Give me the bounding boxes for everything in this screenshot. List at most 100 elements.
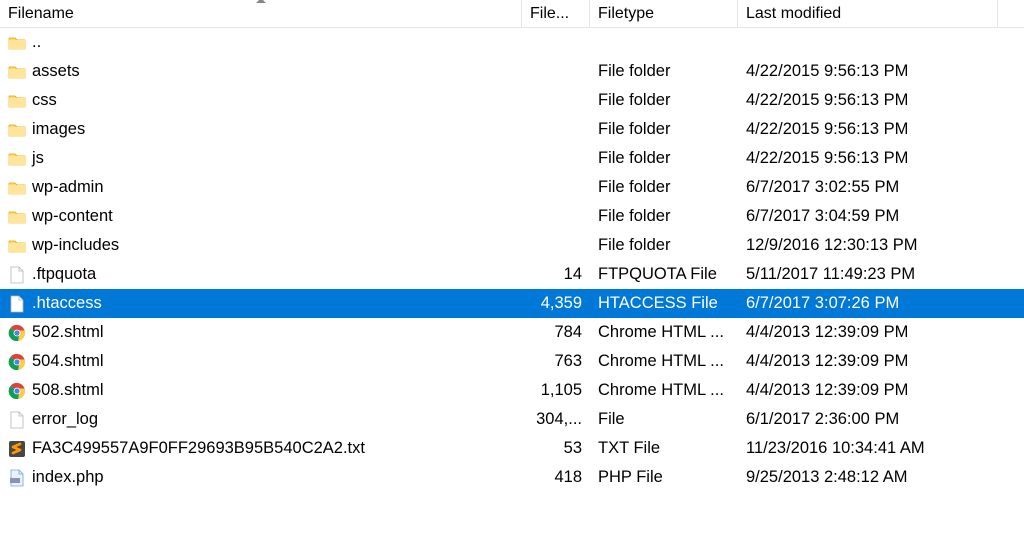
cell-filename: js [0, 144, 522, 173]
cell-last-modified: 6/1/2017 2:36:00 PM [738, 405, 998, 434]
cell-filetype: File folder [590, 57, 738, 86]
file-list-table: Filename File... Filetype Last modified … [0, 0, 1024, 492]
cell-filetype [590, 28, 738, 57]
table-row[interactable]: FA3C499557A9F0FF29693B95B540C2A2.txt 53TX… [0, 434, 1024, 463]
column-header-filetype[interactable]: Filetype [590, 0, 738, 27]
table-row[interactable]: wp-admin File folder6/7/2017 3:02:55 PM [0, 173, 1024, 202]
cell-last-modified: 4/22/2015 9:56:13 PM [738, 115, 998, 144]
folder-icon [8, 92, 26, 110]
cell-filetype: Chrome HTML ... [590, 318, 738, 347]
cell-filesize [522, 57, 590, 86]
cell-filesize [522, 144, 590, 173]
cell-filename: wp-content [0, 202, 522, 231]
cell-last-modified: 11/23/2016 10:34:41 AM [738, 434, 998, 463]
folder-icon [8, 63, 26, 81]
column-header-last-modified[interactable]: Last modified [738, 0, 998, 27]
cell-filetype: File folder [590, 86, 738, 115]
cell-last-modified: 6/7/2017 3:04:59 PM [738, 202, 998, 231]
column-header-filesize[interactable]: File... [522, 0, 590, 27]
table-row[interactable]: .ftpquota14FTPQUOTA File5/11/2017 11:49:… [0, 260, 1024, 289]
cell-filetype: File folder [590, 202, 738, 231]
cell-last-modified: 4/22/2015 9:56:13 PM [738, 144, 998, 173]
cell-filesize: 418 [522, 463, 590, 492]
table-row[interactable]: 508.shtml 1,105Chrome HTML ...4/4/2013 12… [0, 376, 1024, 405]
table-row[interactable]: 502.shtml 784Chrome HTML ...4/4/2013 12:3… [0, 318, 1024, 347]
filename-text: wp-content [32, 207, 113, 226]
cell-filename: wp-includes [0, 231, 522, 260]
cell-filetype: File [590, 405, 738, 434]
cell-filename: 502.shtml [0, 318, 522, 347]
cell-filesize: 4,359 [522, 289, 590, 318]
table-row[interactable]: 504.shtml 763Chrome HTML ...4/4/2013 12:3… [0, 347, 1024, 376]
chrome-icon [8, 324, 26, 342]
sublime-icon [8, 440, 26, 458]
cell-filetype: PHP File [590, 463, 738, 492]
table-row[interactable]: error_log 304,...File6/1/2017 2:36:00 PM [0, 405, 1024, 434]
cell-filesize: 1,105 [522, 376, 590, 405]
cell-filesize [522, 28, 590, 57]
file-icon [8, 295, 26, 313]
table-row[interactable]: js File folder4/22/2015 9:56:13 PM [0, 144, 1024, 173]
folder-icon [8, 208, 26, 226]
cell-filetype: Chrome HTML ... [590, 376, 738, 405]
cell-filesize: 763 [522, 347, 590, 376]
cell-filetype: File folder [590, 115, 738, 144]
table-row[interactable]: .htaccess4,359HTACCESS File6/7/2017 3:07… [0, 289, 1024, 318]
filename-text: index.php [32, 468, 104, 487]
cell-filename: wp-admin [0, 173, 522, 202]
cell-last-modified: 4/4/2013 12:39:09 PM [738, 347, 998, 376]
folder-icon [8, 121, 26, 139]
cell-filesize: 304,... [522, 405, 590, 434]
cell-filename: 504.shtml [0, 347, 522, 376]
filename-text: wp-includes [32, 236, 119, 255]
file-icon [8, 411, 26, 429]
cell-filesize [522, 231, 590, 260]
cell-filetype: File folder [590, 144, 738, 173]
chrome-icon [8, 382, 26, 400]
cell-last-modified: 4/22/2015 9:56:13 PM [738, 86, 998, 115]
cell-filename: .ftpquota [0, 260, 522, 289]
column-header-filename[interactable]: Filename [0, 0, 522, 27]
filename-text: 508.shtml [32, 381, 104, 400]
cell-filename: assets [0, 57, 522, 86]
filename-text: error_log [32, 410, 98, 429]
cell-filetype: File folder [590, 231, 738, 260]
cell-filetype: TXT File [590, 434, 738, 463]
cell-filesize: 53 [522, 434, 590, 463]
cell-last-modified: 4/4/2013 12:39:09 PM [738, 318, 998, 347]
table-row[interactable]: wp-includes File folder12/9/2016 12:30:13… [0, 231, 1024, 260]
filename-text: images [32, 120, 85, 139]
filename-text: 504.shtml [32, 352, 104, 371]
cell-filesize: 784 [522, 318, 590, 347]
cell-filename: css [0, 86, 522, 115]
column-header-row: Filename File... Filetype Last modified [0, 0, 1024, 28]
cell-filetype: HTACCESS File [590, 289, 738, 318]
cell-last-modified: 4/4/2013 12:39:09 PM [738, 376, 998, 405]
cell-last-modified: 4/22/2015 9:56:13 PM [738, 57, 998, 86]
cell-filesize [522, 202, 590, 231]
php-icon [8, 469, 26, 487]
cell-filesize [522, 115, 590, 144]
cell-filename: FA3C499557A9F0FF29693B95B540C2A2.txt [0, 434, 522, 463]
table-row[interactable]: images File folder4/22/2015 9:56:13 PM [0, 115, 1024, 144]
table-row[interactable]: wp-content File folder6/7/2017 3:04:59 PM [0, 202, 1024, 231]
cell-filetype: File folder [590, 173, 738, 202]
table-row[interactable]: css File folder4/22/2015 9:56:13 PM [0, 86, 1024, 115]
folder-icon [8, 179, 26, 197]
cell-filename: .htaccess [0, 289, 522, 318]
cell-filetype: Chrome HTML ... [590, 347, 738, 376]
cell-last-modified [738, 28, 998, 57]
filename-text: wp-admin [32, 178, 104, 197]
table-row[interactable]: assets File folder4/22/2015 9:56:13 PM [0, 57, 1024, 86]
table-row[interactable]: index.php418PHP File9/25/2013 2:48:12 AM [0, 463, 1024, 492]
filename-text: css [32, 91, 57, 110]
table-row[interactable]: .. [0, 28, 1024, 57]
cell-last-modified: 6/7/2017 3:02:55 PM [738, 173, 998, 202]
filename-text: 502.shtml [32, 323, 104, 342]
folder-icon [8, 150, 26, 168]
folder-icon [8, 237, 26, 255]
cell-last-modified: 6/7/2017 3:07:26 PM [738, 289, 998, 318]
filename-text: assets [32, 62, 80, 81]
cell-last-modified: 12/9/2016 12:30:13 PM [738, 231, 998, 260]
filename-text: FA3C499557A9F0FF29693B95B540C2A2.txt [32, 439, 365, 458]
